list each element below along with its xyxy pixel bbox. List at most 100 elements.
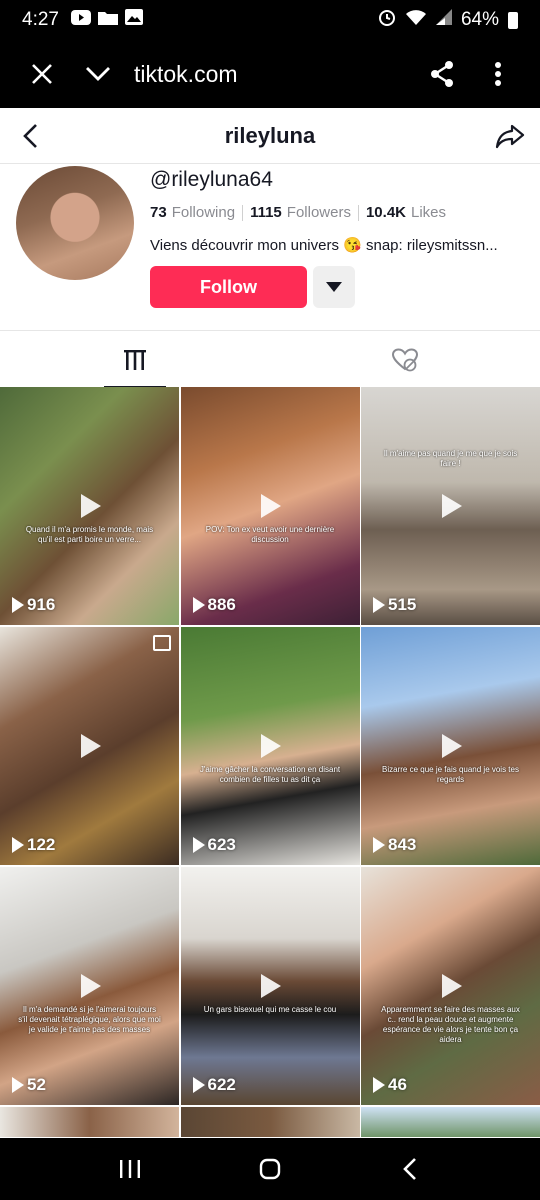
likes-count: 10.4K	[365, 204, 406, 221]
video-tile[interactable]: 122	[0, 627, 179, 865]
url-text[interactable]: tiktok.com	[134, 61, 414, 88]
video-grid: Quand il m'a promis le monde, mais qu'il…	[0, 387, 540, 1137]
video-tile[interactable]: Quand il m'a promis le monde, mais qu'il…	[0, 387, 179, 625]
likes-label: Likes	[411, 204, 447, 221]
video-tile[interactable]: Il m'a demandé si je l'aimerai toujours …	[0, 867, 179, 1105]
view-count: 886	[192, 595, 236, 615]
play-count-icon	[192, 1077, 205, 1093]
browser-more-button[interactable]	[470, 46, 526, 102]
home-button[interactable]	[250, 1149, 290, 1189]
play-icon	[80, 494, 101, 518]
play-icon	[261, 494, 281, 518]
browser-menu-button[interactable]	[70, 46, 126, 102]
browser-share-button[interactable]	[414, 46, 470, 102]
video-caption: Il m'aime pas quand je me que je sois fa…	[383, 448, 518, 468]
followers-label[interactable]: Followers	[287, 204, 351, 221]
following-label[interactable]: Following	[172, 204, 235, 221]
view-count: 622	[192, 1075, 236, 1095]
play-count-icon	[12, 1077, 24, 1093]
view-count: 122	[12, 835, 55, 855]
recents-icon	[120, 1160, 140, 1178]
video-tile[interactable]	[180, 1107, 360, 1137]
video-caption: Quand il m'a promis le monde, mais qu'il…	[25, 525, 154, 545]
tab-videos[interactable]	[0, 331, 270, 388]
recents-button[interactable]	[110, 1149, 150, 1189]
view-count: 515	[373, 595, 416, 615]
video-tile[interactable]	[361, 1107, 540, 1137]
status-bar: 4:27 64%	[0, 0, 540, 40]
browser-toolbar: tiktok.com	[0, 40, 540, 108]
follow-button[interactable]: Follow	[150, 266, 307, 308]
play-icon	[441, 494, 462, 518]
view-count-text: 886	[207, 595, 236, 614]
video-tile[interactable]: Bizarre ce que je fais quand je vois tes…	[361, 627, 540, 865]
video-caption: POV: Ton ex veut avoir une dernière disc…	[205, 525, 335, 545]
play-icon	[80, 734, 101, 758]
youtube-icon	[70, 9, 91, 31]
view-count-text: 623	[207, 835, 236, 854]
play-count-icon	[373, 1077, 385, 1093]
video-caption: Il m'a demandé si je l'aimerai toujours …	[18, 1005, 161, 1035]
play-count-icon	[373, 597, 385, 613]
alarm-icon	[378, 8, 396, 32]
play-count-icon	[192, 837, 205, 853]
back-button[interactable]	[14, 118, 50, 154]
chevron-down-icon	[86, 67, 110, 81]
play-icon	[441, 734, 462, 758]
video-tile[interactable]: Il m'aime pas quand je me que je sois fa…	[361, 387, 540, 625]
video-caption: Bizarre ce que je fais quand je vois tes…	[382, 765, 519, 785]
video-tile[interactable]: Un gars bisexuel qui me casse le cou 622	[180, 867, 360, 1105]
play-count-icon	[192, 597, 205, 613]
folder-icon	[97, 9, 118, 31]
view-count-text: 52	[27, 1075, 46, 1094]
view-count: 916	[12, 595, 55, 615]
back-nav-button[interactable]	[390, 1149, 430, 1189]
view-count-text: 46	[388, 1075, 407, 1094]
video-caption: Apparemment se faire des masses aux c.. …	[381, 1005, 520, 1045]
liked-hidden-icon	[391, 347, 419, 371]
share-profile-button[interactable]	[494, 120, 526, 152]
profile-stats: 73 Following 1115 Followers 10.4K Likes	[150, 204, 446, 221]
video-tile[interactable]: J'aime gâcher la conversation en disant …	[180, 627, 360, 865]
back-icon	[403, 1158, 416, 1180]
view-count: 46	[373, 1075, 407, 1095]
suggested-accounts-button[interactable]	[313, 266, 355, 308]
play-count-icon	[12, 837, 24, 853]
play-icon	[80, 974, 101, 998]
profile-bio: Viens découvrir mon univers 😘 snap: rile…	[150, 237, 498, 254]
view-count-text: 843	[388, 835, 417, 854]
videos-grid-icon	[124, 349, 146, 370]
close-icon	[32, 64, 52, 84]
video-tile[interactable]: Apparemment se faire des masses aux c.. …	[361, 867, 540, 1105]
close-tab-button[interactable]	[14, 46, 70, 102]
tab-liked[interactable]	[270, 331, 540, 388]
view-count-text: 515	[388, 595, 417, 614]
view-count-text: 916	[27, 595, 56, 614]
caret-down-icon	[326, 282, 342, 292]
share-arrow-icon	[495, 124, 525, 149]
video-tile[interactable]	[0, 1107, 179, 1137]
view-count-text: 622	[207, 1075, 236, 1094]
play-icon	[261, 734, 281, 758]
followers-count[interactable]: 1115	[250, 204, 282, 221]
view-count: 623	[192, 835, 236, 855]
divider	[242, 204, 244, 221]
view-count: 52	[12, 1075, 46, 1095]
avatar	[16, 166, 134, 280]
battery-text: 64%	[460, 9, 499, 30]
profile-info: @rileyluna64 73 Following 1115 Followers…	[0, 164, 540, 330]
more-vertical-icon	[495, 62, 501, 86]
play-count-icon	[12, 597, 24, 613]
wifi-icon	[405, 9, 427, 32]
profile-tabs	[0, 330, 540, 388]
image-icon	[124, 9, 143, 31]
video-tile[interactable]: POV: Ton ex veut avoir une dernière disc…	[180, 387, 360, 625]
page-title: rileyluna	[224, 122, 316, 148]
following-count[interactable]: 73	[150, 204, 167, 221]
status-time: 4:27	[22, 9, 59, 30]
play-count-icon	[373, 837, 385, 853]
play-icon	[261, 974, 281, 998]
battery-icon	[508, 11, 518, 29]
video-caption: J'aime gâcher la conversation en disant …	[199, 765, 341, 785]
view-count-text: 122	[27, 835, 56, 854]
